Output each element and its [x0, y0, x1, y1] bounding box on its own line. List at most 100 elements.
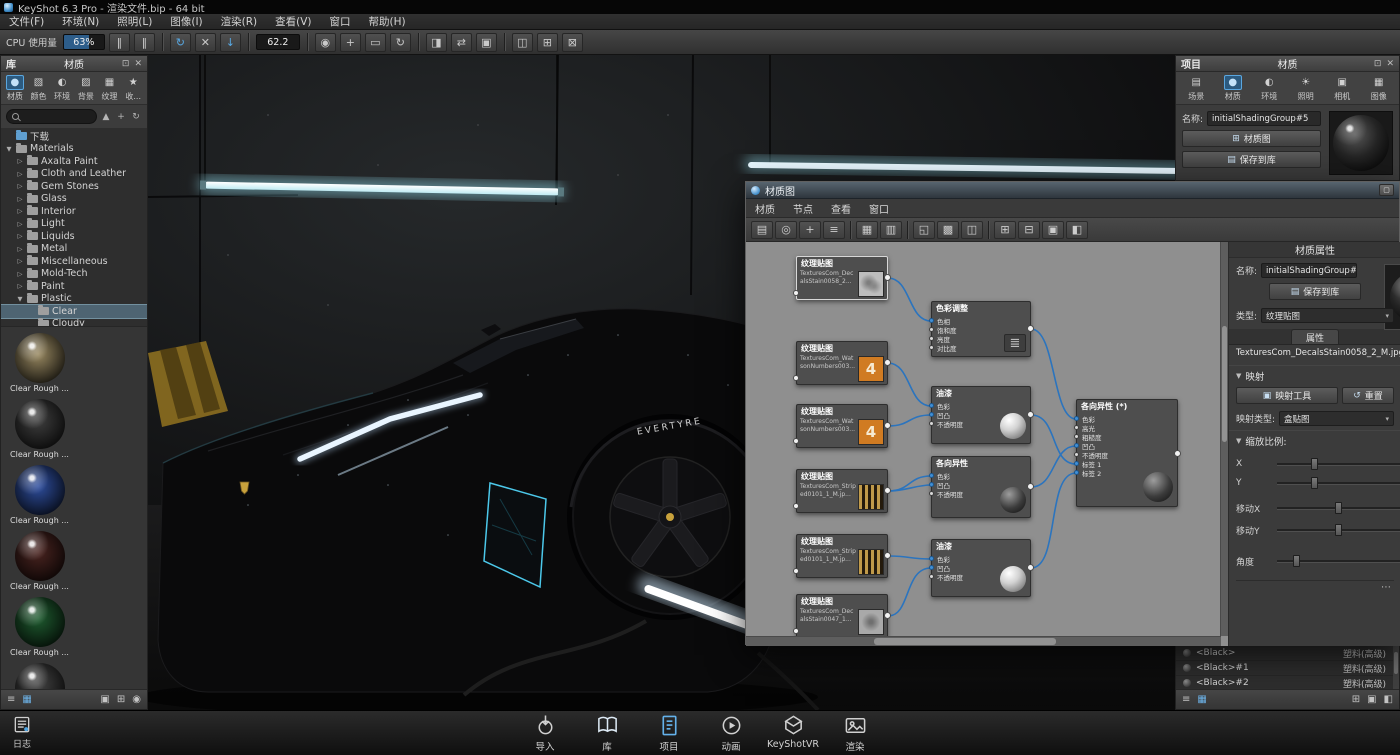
material-preview-tile[interactable]: [1329, 111, 1393, 175]
list-view-icon[interactable]: ≡: [1182, 694, 1190, 705]
library-tab-materials[interactable]: ●材质: [3, 75, 27, 102]
graph-tool-icon-0[interactable]: ▤: [751, 221, 773, 239]
import-button[interactable]: 导入: [518, 714, 572, 753]
pin-dot[interactable]: [1074, 461, 1079, 466]
slider-track[interactable]: [1277, 463, 1400, 466]
input-socket[interactable]: [793, 290, 799, 296]
slider-knob[interactable]: [1311, 477, 1318, 489]
input-socket[interactable]: [793, 628, 799, 634]
tree-item[interactable]: ▷Mold-Tech: [1, 268, 147, 281]
slider-knob[interactable]: [1335, 524, 1342, 536]
pin-dot[interactable]: [1074, 443, 1079, 448]
graph-tool-icon-7[interactable]: ▩: [937, 221, 959, 239]
tree-item[interactable]: ▷Gem Stones: [1, 180, 147, 193]
graph-node-paint-1[interactable]: 油漆 色彩 凹凸 不透明度: [931, 386, 1031, 444]
tool-icon-3[interactable]: ↻: [390, 33, 411, 52]
cpu-usage-value[interactable]: 63%: [63, 34, 105, 50]
pin-dot[interactable]: [1074, 470, 1079, 475]
log-button[interactable]: 日志: [12, 715, 32, 750]
output-socket[interactable]: [884, 487, 891, 494]
graph-node-texture-2[interactable]: 纹理贴图 TexturesCom_WatsonNumbers003... 4: [796, 341, 888, 385]
grid-view-icon[interactable]: ▦: [22, 694, 31, 705]
pin-dot[interactable]: [929, 403, 934, 408]
reset-button[interactable]: ↺重置: [1342, 387, 1394, 404]
tree-item[interactable]: ▷Axalta Paint: [1, 155, 147, 168]
material-thumbnail[interactable]: Clear Rough ...: [7, 597, 72, 657]
menu-view[interactable]: 查看(V): [266, 14, 320, 29]
pin-dot[interactable]: [929, 482, 934, 487]
material-list-row[interactable]: <Black>#1 塑料(高级): [1176, 661, 1399, 676]
footer-icon[interactable]: ▣: [100, 694, 109, 705]
output-socket[interactable]: [1027, 564, 1034, 571]
graph-tool-icon-9[interactable]: ⊞: [994, 221, 1016, 239]
project-dock-button[interactable]: 项目: [642, 714, 696, 753]
pause-updates-button[interactable]: ‖: [134, 33, 155, 52]
footer-icon[interactable]: ◉: [132, 694, 141, 705]
project-tab-material[interactable]: ●材质: [1220, 75, 1246, 102]
footer-icon[interactable]: ⊞: [117, 694, 125, 705]
tool-icon-1[interactable]: +: [340, 33, 361, 52]
zoom-value[interactable]: 62.2: [256, 34, 300, 50]
tree-item-plastic[interactable]: ▼Plastic: [1, 293, 147, 306]
save-to-library-button[interactable]: ▤保存到库: [1182, 151, 1321, 168]
graph-node-color-adjust[interactable]: 色彩调整 色相 饱和度 亮度 对比度 ≣: [931, 301, 1031, 357]
footer-icon[interactable]: ⊞: [1352, 694, 1360, 705]
project-tab-scene[interactable]: ▤场景: [1183, 75, 1209, 102]
graph-vertical-scrollbar[interactable]: [1220, 242, 1228, 636]
folder-up-icon[interactable]: ▲: [100, 112, 112, 122]
list-scrollbar[interactable]: [1393, 646, 1399, 691]
menu-help[interactable]: 帮助(H): [360, 14, 415, 29]
graph-horizontal-scrollbar[interactable]: [746, 636, 1221, 646]
more-icon[interactable]: ⋯: [1381, 582, 1391, 593]
pin-dot[interactable]: [1074, 452, 1079, 457]
render-button[interactable]: 渲染: [828, 714, 882, 753]
output-socket[interactable]: [1027, 483, 1034, 490]
output-socket[interactable]: [884, 274, 891, 281]
tree-item[interactable]: ▷Interior: [1, 205, 147, 218]
pin-dot[interactable]: [929, 565, 934, 570]
output-socket[interactable]: [884, 552, 891, 559]
slider-track[interactable]: [1277, 560, 1400, 563]
tree-item[interactable]: ▷Miscellaneous: [1, 255, 147, 268]
footer-icon[interactable]: ▣: [1367, 694, 1376, 705]
graph-tool-icon-5[interactable]: ▥: [880, 221, 902, 239]
input-socket[interactable]: [793, 375, 799, 381]
tree-item[interactable]: ▷Metal: [1, 243, 147, 256]
graph-menu-view[interactable]: 查看: [822, 199, 860, 217]
graph-tool-icon-6[interactable]: ◱: [913, 221, 935, 239]
project-tab-lighting[interactable]: ☀照明: [1293, 75, 1319, 102]
close-panel-icon[interactable]: ✕: [1386, 59, 1394, 69]
graph-menu-material[interactable]: 材质: [746, 199, 784, 217]
output-socket[interactable]: [884, 359, 891, 366]
pin-dot[interactable]: [929, 574, 934, 579]
tree-item[interactable]: ▷Liquids: [1, 230, 147, 243]
pin-dot[interactable]: [1074, 434, 1079, 439]
tree-item[interactable]: ▷Paint: [1, 280, 147, 293]
mapping-tool-button[interactable]: ▣映射工具: [1236, 387, 1338, 404]
graph-tool-icon-10[interactable]: ⊟: [1018, 221, 1040, 239]
mapping-type-dropdown[interactable]: 盒贴图▾: [1279, 411, 1394, 426]
close-panel-icon[interactable]: ✕: [134, 59, 142, 69]
tool-icon-5[interactable]: ⇄: [451, 33, 472, 52]
material-thumbnail[interactable]: Clear Rough ...: [7, 465, 72, 525]
graph-node-texture-4[interactable]: 纹理贴图 TexturesCom_Striped0101_1_M.jp...: [796, 469, 888, 513]
graph-menu-window[interactable]: 窗口: [860, 199, 898, 217]
material-thumbnail[interactable]: Clear Rough ...: [7, 333, 72, 393]
slider-track[interactable]: [1277, 482, 1400, 485]
library-tab-environments[interactable]: ◐环境: [50, 75, 74, 102]
tool-icon-9[interactable]: ⊠: [562, 33, 583, 52]
graph-tool-icon-12[interactable]: ◧: [1066, 221, 1088, 239]
pin-dot[interactable]: [929, 412, 934, 417]
tree-item-materials[interactable]: ▼Materials: [1, 143, 147, 156]
graph-node-texture-3[interactable]: 纹理贴图 TexturesCom_WatsonNumbers003... 4: [796, 404, 888, 448]
refresh-icon[interactable]: ↻: [170, 33, 191, 52]
pin-dot[interactable]: [929, 556, 934, 561]
slider-track[interactable]: [1277, 507, 1400, 510]
grid-view-icon[interactable]: ▦: [1197, 694, 1206, 705]
tool-icon-8[interactable]: ⊞: [537, 33, 558, 52]
output-socket[interactable]: [1027, 325, 1034, 332]
material-name-field[interactable]: initialShadingGroup#5: [1261, 263, 1357, 278]
project-tab-camera[interactable]: ▣相机: [1329, 75, 1355, 102]
graph-tool-icon-11[interactable]: ▣: [1042, 221, 1064, 239]
graph-node-texture-5[interactable]: 纹理贴图 TexturesCom_Striped0101_1_M.jp...: [796, 534, 888, 578]
